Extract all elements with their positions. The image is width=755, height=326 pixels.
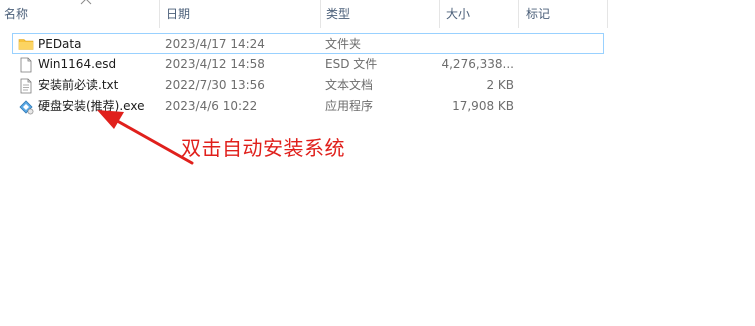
column-header-bar: 名称 日期 类型 大小 标记: [0, 0, 610, 28]
file-type: 文件夹: [325, 37, 362, 51]
annotation-label: 双击自动安装系统: [181, 136, 345, 160]
file-size: 2 KB: [486, 78, 514, 92]
file-type: ESD 文件: [325, 57, 378, 71]
file-type: 文本文档: [325, 78, 374, 92]
file-date: 2023/4/6 10:22: [165, 99, 258, 113]
file-list: PEData 2023/4/17 14:24 文件夹 Win1164.esd 2…: [0, 33, 610, 117]
column-divider[interactable]: [607, 0, 608, 28]
file-row-win1164[interactable]: Win1164.esd 2023/4/12 14:58 ESD 文件 4,276…: [0, 54, 610, 75]
file-type: 应用程序: [325, 99, 374, 113]
file-name: 安装前必读.txt: [38, 78, 119, 92]
document-icon: [20, 57, 32, 73]
column-name-header[interactable]: 名称: [0, 0, 160, 28]
folder-icon: [18, 39, 34, 50]
file-date: 2022/7/30 13:56: [165, 78, 265, 92]
file-row-pedata[interactable]: PEData 2023/4/17 14:24 文件夹: [12, 33, 604, 54]
column-tags-header[interactable]: 标记: [522, 0, 608, 28]
column-size-header[interactable]: 大小: [442, 0, 518, 28]
file-size: 4,276,338...: [441, 57, 514, 71]
file-name: PEData: [38, 37, 82, 51]
file-size: 17,908 KB: [452, 99, 514, 113]
file-date: 2023/4/17 14:24: [165, 37, 265, 51]
file-name: Win1164.esd: [38, 57, 117, 71]
column-type-header[interactable]: 类型: [322, 0, 440, 28]
column-divider[interactable]: [159, 0, 160, 28]
text-document-icon: [20, 78, 32, 94]
file-name: 硬盘安装(推荐).exe: [38, 99, 145, 113]
file-row-setup-exe[interactable]: 硬盘安装(推荐).exe 2023/4/6 10:22 应用程序 17,908 …: [0, 96, 610, 117]
installer-icon: [19, 100, 34, 115]
column-divider[interactable]: [518, 0, 519, 28]
file-date: 2023/4/12 14:58: [165, 57, 265, 71]
column-divider[interactable]: [439, 0, 440, 28]
file-row-readme[interactable]: 安装前必读.txt 2022/7/30 13:56 文本文档 2 KB: [0, 75, 610, 96]
column-divider[interactable]: [320, 0, 321, 28]
column-date-header[interactable]: 日期: [162, 0, 320, 28]
